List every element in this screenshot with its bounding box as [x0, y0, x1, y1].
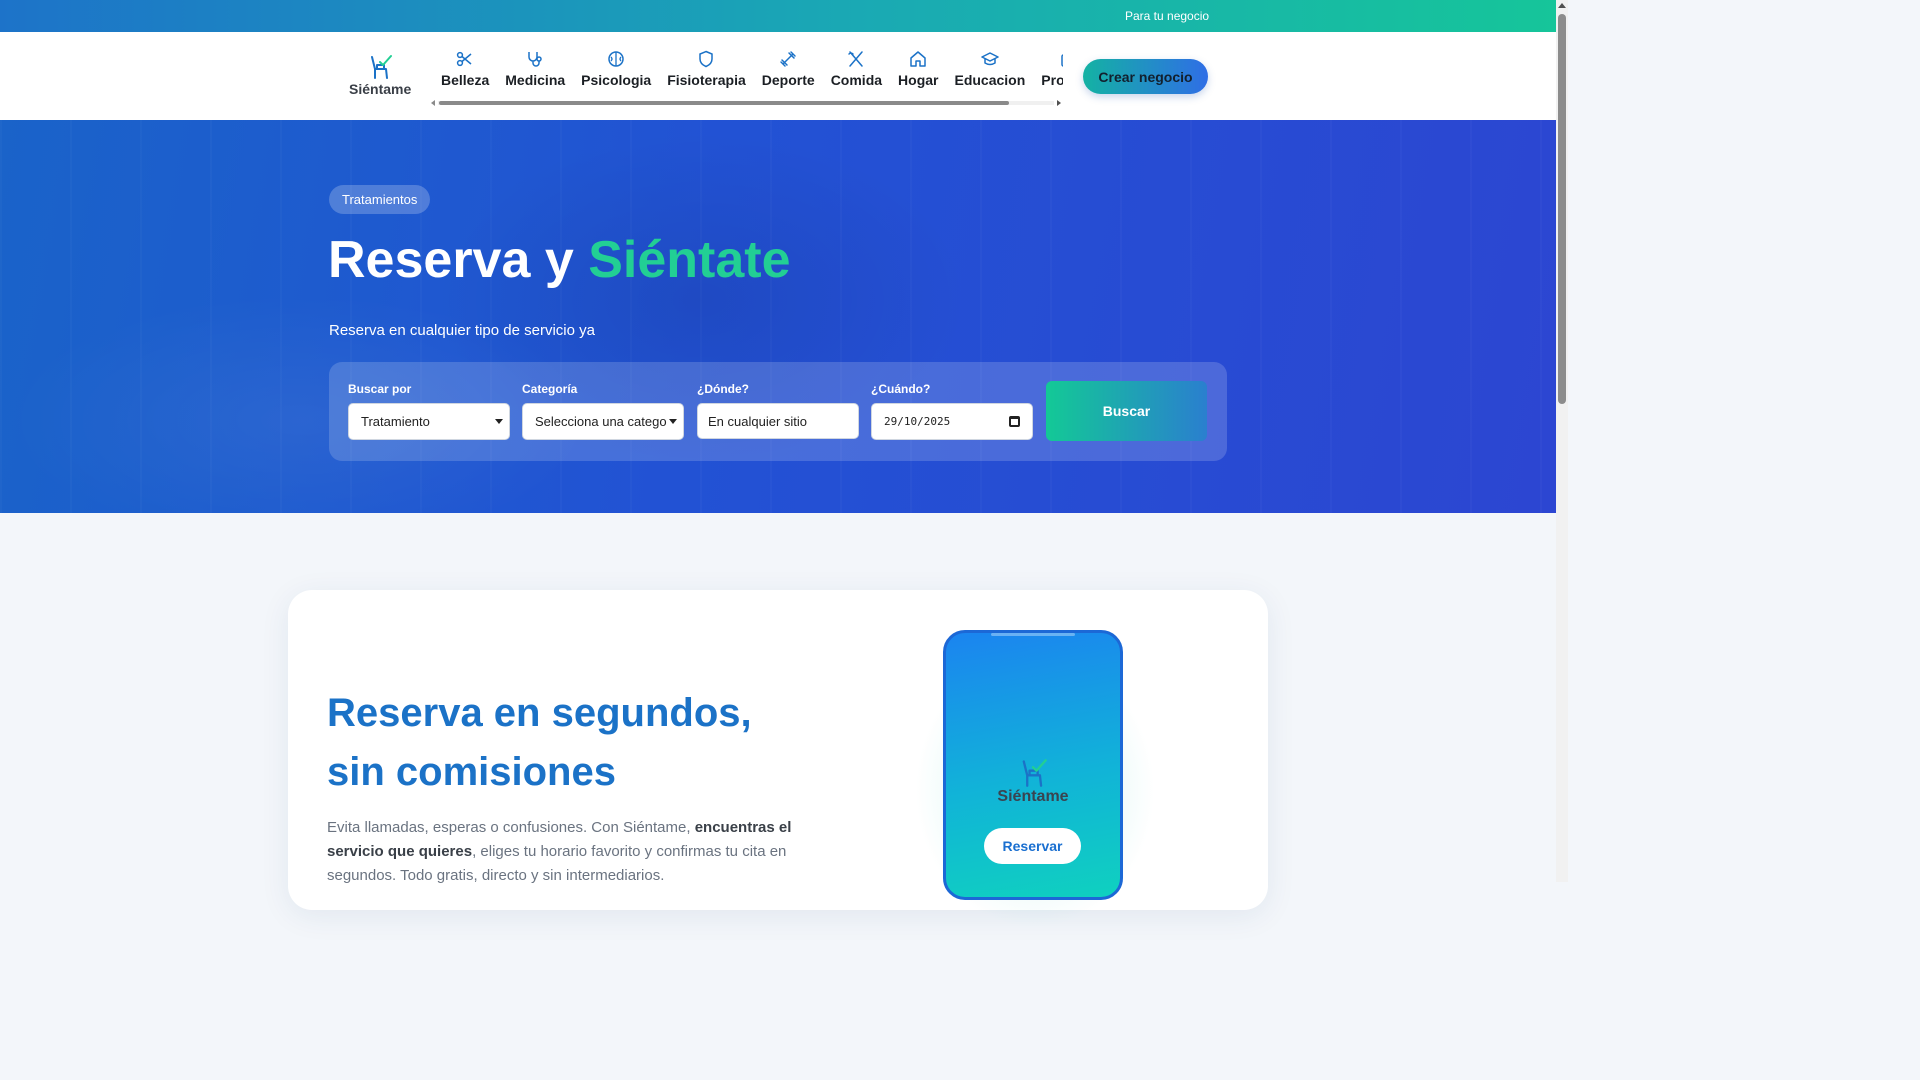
briefcase-icon — [1061, 54, 1063, 67]
nav-item-comida[interactable]: Comida — [823, 50, 890, 94]
reserve-button[interactable]: Reservar — [984, 828, 1081, 864]
search-form: Buscar por Tratamiento Categoría Selecci… — [329, 362, 1227, 461]
nav-label: Deporte — [761, 72, 815, 88]
nav-item-educacion[interactable]: Educacion — [946, 50, 1033, 94]
chevron-down-icon — [495, 419, 503, 424]
nav-label: Fisioterapia — [667, 72, 746, 88]
top-strip: Para tu negocio — [0, 0, 1556, 32]
feature-text: Evita llamadas, esperas o confusiones. C… — [327, 816, 797, 888]
location-field: ¿Dónde? En cualquier sitio — [697, 382, 859, 439]
home-icon — [910, 51, 926, 67]
site-header: Siéntame Belleza Medicina Psicologia Fis… — [0, 32, 1556, 120]
hero-title-main: Reserva y — [328, 231, 589, 289]
page-scrollbar[interactable] — [1556, 0, 1568, 882]
nav-item-medicina[interactable]: Medicina — [497, 50, 573, 94]
phone-notch — [991, 633, 1075, 636]
nav-scrollbar[interactable] — [430, 99, 1062, 107]
phone-logo: Siéntame — [946, 758, 1120, 806]
feature-title: Reserva en segundos, sin comisiones — [327, 691, 752, 794]
nav-item-profesionales[interactable]: Profesio — [1033, 50, 1063, 94]
hero-title-accent: Siéntate — [588, 231, 791, 289]
category-label: Categoría — [522, 382, 578, 396]
hero-section: Tratamientos Reserva y Siéntate Reserva … — [0, 120, 1556, 513]
scrollbar-thumb[interactable] — [439, 101, 1009, 105]
date-value: 29/10/2025 — [884, 415, 951, 428]
page-scrollbar-thumb[interactable] — [1558, 14, 1566, 404]
hero-subtitle: Reserva en cualquier tipo de servicio ya — [329, 322, 595, 339]
search-by-value: Tratamiento — [361, 414, 430, 429]
search-by-label: Buscar por — [348, 382, 412, 396]
feature-text-part: Evita llamadas, esperas o confusiones. C… — [327, 819, 695, 836]
graduation-cap-icon — [981, 52, 999, 66]
scroll-up-arrow-icon[interactable] — [1558, 3, 1566, 8]
nav-label: Belleza — [441, 72, 490, 88]
stethoscope-icon — [528, 52, 542, 67]
brain-icon — [608, 51, 624, 67]
chair-check-icon — [1022, 759, 1047, 787]
nav-item-belleza[interactable]: Belleza — [433, 50, 497, 94]
date-field: ¿Cuándo? 29/10/2025 — [871, 382, 1033, 440]
location-label: ¿Dónde? — [697, 382, 749, 396]
brand-name: Siéntame — [349, 81, 412, 97]
nav-item-deporte[interactable]: Deporte — [754, 50, 823, 94]
utensils-icon — [848, 51, 864, 67]
logo[interactable]: Siéntame — [349, 54, 411, 97]
nav-label: Psicologia — [581, 72, 652, 88]
chevron-down-icon — [669, 419, 677, 424]
category-value: Selecciona una catego — [535, 414, 667, 429]
category-badge: Tratamientos — [329, 185, 431, 214]
category-select[interactable]: Selecciona una catego — [522, 403, 684, 440]
category-nav: Belleza Medicina Psicologia Fisioterapia… — [433, 50, 1063, 94]
nav-label: Educacion — [954, 72, 1026, 88]
search-button[interactable]: Buscar — [1046, 381, 1207, 441]
nav-label: Hogar — [898, 72, 939, 88]
scissors-icon — [456, 51, 472, 67]
nav-item-psicologia[interactable]: Psicologia — [573, 50, 659, 94]
nav-label: Medicina — [505, 72, 566, 88]
create-business-button[interactable]: Crear negocio — [1083, 59, 1208, 94]
calendar-icon[interactable] — [1009, 416, 1020, 427]
category-field: Categoría Selecciona una catego — [522, 382, 684, 440]
search-by-select[interactable]: Tratamiento — [348, 403, 510, 440]
scroll-left-arrow-icon[interactable] — [431, 100, 435, 106]
chair-check-icon — [371, 55, 392, 79]
scroll-right-arrow-icon[interactable] — [1057, 100, 1061, 106]
date-label: ¿Cuándo? — [871, 382, 931, 396]
shield-icon — [699, 50, 714, 68]
location-value: En cualquier sitio — [708, 413, 807, 429]
nav-label: Profesio — [1041, 72, 1063, 88]
nav-item-hogar[interactable]: Hogar — [890, 50, 946, 94]
hero-title: Reserva y Siéntate — [328, 230, 791, 290]
location-input[interactable]: En cualquier sitio — [697, 403, 859, 439]
dumbbell-icon — [780, 51, 796, 67]
phone-mockup: Siéntame Reservar — [943, 630, 1123, 900]
nav-label: Comida — [830, 72, 883, 88]
business-link[interactable]: Para tu negocio — [1125, 9, 1209, 23]
search-by-field: Buscar por Tratamiento — [348, 382, 510, 440]
phone-brand: Siéntame — [997, 788, 1069, 805]
date-input[interactable]: 29/10/2025 — [871, 403, 1033, 440]
nav-item-fisioterapia[interactable]: Fisioterapia — [659, 50, 754, 94]
